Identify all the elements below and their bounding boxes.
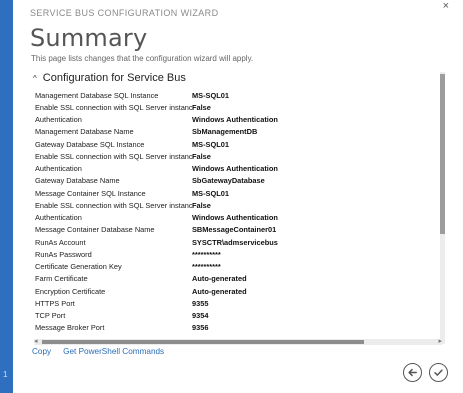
vertical-scrollbar-thumb[interactable] [440, 74, 445, 234]
side-strip: 1 [0, 0, 13, 393]
summary-row-value: ********** [192, 262, 221, 272]
back-arrow-icon [408, 368, 417, 377]
copy-link[interactable]: Copy [32, 347, 51, 356]
collapse-caret-icon[interactable]: ^ [33, 74, 37, 83]
summary-row-value: Auto-generated [192, 286, 247, 296]
back-button[interactable] [403, 363, 422, 382]
summary-row-value: 9354 [192, 311, 209, 321]
summary-row-label: Authentication [35, 115, 82, 125]
section-title: Configuration for Service Bus [42, 72, 186, 84]
finish-button[interactable] [429, 363, 448, 382]
summary-row: Enable SSL connection with SQL Server in… [35, 101, 435, 113]
summary-row-label: Enable SSL connection with SQL Server in… [35, 200, 192, 210]
summary-row-label: Management Database Name [35, 127, 134, 137]
scroll-left-icon[interactable]: ◂ [34, 337, 38, 345]
summary-row-value: MS-SQL01 [192, 90, 229, 100]
summary-row-label: Authentication [35, 213, 82, 223]
summary-row-value: SYSCTR\admservicebus [192, 237, 278, 247]
summary-row-value: False [192, 102, 211, 112]
summary-row: Management Database Name SbManagementDB [35, 126, 435, 138]
summary-row-value: MS-SQL01 [192, 188, 229, 198]
summary-row: Encryption Certificate Auto-generated [35, 285, 435, 297]
summary-row-label: Authentication [35, 164, 82, 174]
summary-row-value: Windows Authentication [192, 164, 278, 174]
summary-row: Farm Certificate Auto-generated [35, 273, 435, 285]
wizard-title: SERVICE BUS CONFIGURATION WIZARD [30, 8, 219, 18]
summary-row-value: SbGatewayDatabase [192, 176, 265, 186]
summary-row-label: TCP Port [35, 311, 66, 321]
section-header[interactable]: ^ Configuration for Service Bus [33, 72, 186, 84]
checkmark-icon [434, 369, 443, 376]
vertical-scrollbar[interactable] [440, 72, 445, 344]
summary-row: Gateway Database SQL Instance MS-SQL01 [35, 138, 435, 150]
summary-row-label: Message Container SQL Instance [35, 188, 146, 198]
summary-row: Authentication Windows Authentication [35, 114, 435, 126]
summary-row-label: Encryption Certificate [35, 286, 106, 296]
summary-row-label: RunAs Account [35, 237, 86, 247]
summary-row-label: Gateway Database SQL Instance [35, 139, 145, 149]
page-title: Summary [30, 24, 148, 52]
summary-row-value: Auto-generated [192, 274, 247, 284]
summary-row-value: ********** [192, 249, 221, 259]
close-icon[interactable]: × [443, 0, 449, 12]
summary-row: Authentication Windows Authentication [35, 212, 435, 224]
summary-row-value: SbManagementDB [192, 127, 258, 137]
summary-row-label: Certificate Generation Key [35, 262, 122, 272]
summary-row: Message Broker Port 9356 [35, 322, 435, 334]
summary-row: HTTPS Port 9355 [35, 297, 435, 309]
summary-row-label: Gateway Database Name [35, 176, 120, 186]
summary-row: Gateway Database Name SbGatewayDatabase [35, 175, 435, 187]
summary-row: TCP Port 9354 [35, 310, 435, 322]
summary-row: Authentication Windows Authentication [35, 163, 435, 175]
summary-row: Message Container SQL Instance MS-SQL01 [35, 187, 435, 199]
summary-row: Message Container Database Name SBMessage… [35, 224, 435, 236]
summary-row-value: False [192, 200, 211, 210]
summary-row-value: False [192, 151, 211, 161]
summary-row-value: SBMessageContainer01 [192, 225, 277, 235]
summary-row: RunAs Account SYSCTR\admservicebus [35, 236, 435, 248]
summary-row: RunAs Password ********** [35, 248, 435, 260]
summary-row-label: Management Database SQL Instance [35, 90, 159, 100]
summary-row-label: RunAs Password [35, 249, 92, 259]
horizontal-scrollbar-thumb[interactable] [42, 340, 364, 344]
summary-row-label: Message Container Database Name [35, 225, 155, 235]
powershell-commands-link[interactable]: Get PowerShell Commands [63, 347, 164, 356]
summary-row-label: Message Broker Port [35, 323, 105, 333]
summary-row-value: MS-SQL01 [192, 139, 229, 149]
action-links: Copy Get PowerShell Commands [32, 347, 164, 356]
horizontal-scrollbar[interactable]: ◂ ▸ [34, 337, 442, 345]
summary-row-value: 9355 [192, 298, 209, 308]
summary-list: Management Database SQL Instance MS-SQL01… [35, 89, 435, 335]
summary-row-label: HTTPS Port [35, 298, 75, 308]
summary-row-label: Enable SSL connection with SQL Server in… [35, 102, 192, 112]
summary-row-value: Windows Authentication [192, 213, 278, 223]
summary-row: Enable SSL connection with SQL Server in… [35, 199, 435, 211]
summary-row-value: Windows Authentication [192, 115, 278, 125]
summary-row-label: Farm Certificate [35, 274, 88, 284]
summary-row-value: 9356 [192, 323, 209, 333]
page-description: This page lists changes that the configu… [31, 54, 254, 63]
summary-row: Enable SSL connection with SQL Server in… [35, 150, 435, 162]
summary-row-label: Enable SSL connection with SQL Server in… [35, 151, 192, 161]
summary-row: Management Database SQL Instance MS-SQL01 [35, 89, 435, 101]
summary-row: Certificate Generation Key ********** [35, 261, 435, 273]
scroll-right-icon[interactable]: ▸ [438, 337, 442, 345]
side-strip-marker: 1 [3, 370, 8, 379]
